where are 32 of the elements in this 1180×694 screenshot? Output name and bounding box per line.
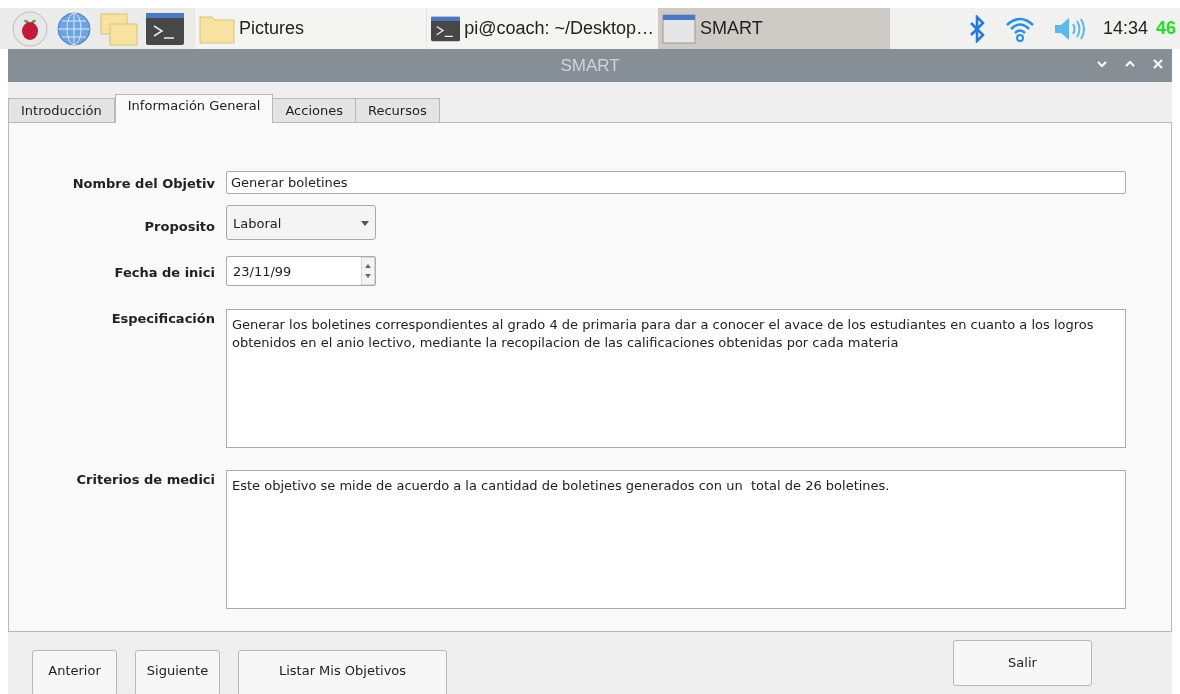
clock: 14:34 [1102,17,1148,40]
field-label: Especificación [110,310,216,328]
window-icon [662,13,696,44]
field-label: Fecha de inici [113,264,216,282]
taskbar-button[interactable]: SMART [658,8,890,49]
date-field[interactable]: 23/11/99 [226,256,376,286]
dropdown[interactable]: Laboral [226,205,376,240]
tab[interactable]: Información General [114,94,274,123]
raspberry-icon[interactable] [12,10,48,47]
text-area[interactable]: Este objetivo se mide de acuerdo a la cantidad de boletines generados con un total de 26 boletines. [226,470,1126,609]
folder-icon [199,13,235,44]
close-icon[interactable] [1152,58,1164,70]
text-area[interactable]: Generar los boletines correspondientes al grado 4 de primaria para dar a conocer el avace de los estudiantes en cuanto a los logros obtenidos en el anio lectivo, mediante la recopilacion de las calificaciones obtenidas por cada materia [226,309,1126,448]
globe-icon[interactable] [56,10,92,47]
terminal-icon[interactable] [146,12,184,45]
minimize-icon[interactable] [1096,58,1108,70]
button[interactable]: Anterior [32,650,117,694]
cpu-usage: 46 [1155,17,1176,40]
spin-buttons-icon[interactable] [361,257,375,285]
window-title: SMART [560,54,620,77]
button[interactable]: Listar Mis Objetivos [238,650,447,694]
field-label: Nombre del Objetiv [71,175,216,193]
caret-icon [361,221,369,226]
button[interactable]: Salir [953,640,1092,686]
volume-icon[interactable] [1052,15,1085,42]
button[interactable]: Siguiente [135,650,220,694]
tab[interactable]: Acciones [272,98,356,123]
tab[interactable]: Introducción [8,98,115,123]
tab[interactable]: Recursos [355,98,440,123]
field-label: Criterios de medici [75,471,216,489]
field-label: Proposito [143,218,216,236]
text-field[interactable]: Generar boletines [226,171,1126,194]
